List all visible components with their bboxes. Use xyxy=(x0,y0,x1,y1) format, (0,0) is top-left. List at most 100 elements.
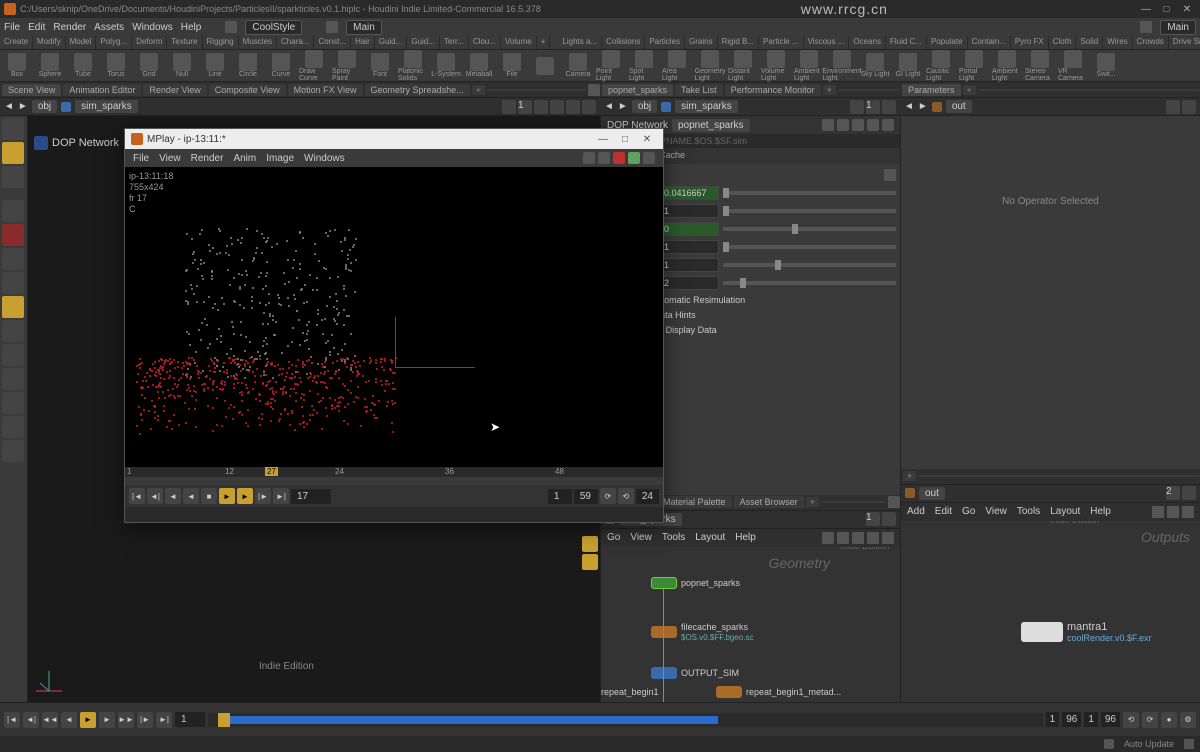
path-seg[interactable]: sim_sparks xyxy=(675,100,738,113)
nx-icon[interactable] xyxy=(882,532,894,544)
node-name[interactable]: popnet_sparks xyxy=(672,119,750,132)
shelf-tab[interactable]: Terr... xyxy=(440,36,469,49)
shelf-tab[interactable]: Cloth xyxy=(1049,36,1077,49)
path-opt-icon[interactable] xyxy=(566,100,580,114)
shelf-tool[interactable]: Volume Light xyxy=(761,50,791,82)
step-back-button[interactable]: ◄ xyxy=(183,488,199,504)
tab-plus[interactable]: + xyxy=(806,497,819,507)
shelf-tab[interactable]: Clou... xyxy=(469,36,501,49)
shelf-tool[interactable]: Geometry Light xyxy=(695,50,725,82)
move-tool[interactable] xyxy=(2,200,24,222)
menu-render[interactable]: Render xyxy=(53,22,86,33)
path-seg[interactable]: out xyxy=(946,100,972,113)
maximize-button[interactable]: □ xyxy=(1157,4,1175,15)
prev-key-button[interactable]: ◄| xyxy=(147,488,163,504)
info-icon[interactable] xyxy=(882,119,894,131)
nx-icon[interactable] xyxy=(1182,506,1194,518)
nx-icon[interactable] xyxy=(867,532,879,544)
mplay-stop-icon[interactable] xyxy=(613,152,625,164)
shelf-tab-plus[interactable]: + xyxy=(537,36,551,49)
help-icon[interactable] xyxy=(867,119,879,131)
shelf-tab[interactable]: Populate xyxy=(927,36,968,49)
nxmenu-add[interactable]: Add xyxy=(907,506,925,517)
tool[interactable] xyxy=(2,368,24,390)
nxmenu-help[interactable]: Help xyxy=(1090,506,1111,517)
mplay-menu-view[interactable]: View xyxy=(159,153,181,164)
shelf-tab[interactable]: Drive Si... xyxy=(1169,36,1200,49)
status-icon[interactable] xyxy=(1184,739,1194,749)
pane-opt-icon[interactable] xyxy=(588,84,600,96)
refresh-icon[interactable] xyxy=(884,169,896,181)
tab-plus[interactable]: + xyxy=(963,85,976,95)
mplay-tool-icon[interactable] xyxy=(598,152,610,164)
slider[interactable] xyxy=(723,209,896,213)
param-ttime[interactable]: 0 xyxy=(659,222,719,236)
path-opt-icon[interactable] xyxy=(582,100,596,114)
path-seg[interactable]: sim_sparks xyxy=(75,100,138,113)
last-frame-button[interactable]: ►| xyxy=(273,488,289,504)
slider[interactable] xyxy=(723,227,896,231)
tab-popnet[interactable]: popnet_sparks xyxy=(602,84,673,96)
path-seg[interactable]: obj xyxy=(32,100,57,113)
shelf-tab[interactable]: Guid... xyxy=(407,36,440,49)
mplay-tool-icon[interactable] xyxy=(583,152,595,164)
mplay-tool-icon[interactable] xyxy=(643,152,655,164)
mplay-menu-file[interactable]: File xyxy=(133,153,149,164)
shelf-tool[interactable]: Torus xyxy=(101,53,131,78)
mplay-minimize[interactable]: — xyxy=(593,134,613,145)
shelf-tool[interactable]: Portal Light xyxy=(959,50,989,82)
fwd-icon[interactable]: ► xyxy=(618,101,628,112)
mplay-start[interactable]: 1 xyxy=(548,489,572,504)
mplay-frame-field[interactable]: 17 xyxy=(291,489,331,504)
mplay-accept-icon[interactable] xyxy=(628,152,640,164)
nxmenu-tools[interactable]: Tools xyxy=(662,532,685,543)
back-icon[interactable]: ◄ xyxy=(904,101,914,112)
tab-composite[interactable]: Composite View xyxy=(209,84,286,96)
shelf-tab[interactable]: Solid xyxy=(1076,36,1103,49)
slider[interactable] xyxy=(723,191,896,195)
tab-plus[interactable]: + xyxy=(903,471,916,481)
timeline-cursor[interactable]: 27 xyxy=(265,467,278,476)
nx-tab[interactable]: Asset Browser xyxy=(734,496,804,508)
tab-motionfx[interactable]: Motion FX View xyxy=(288,84,363,96)
shelf-tool[interactable]: Ambient Light xyxy=(794,50,824,82)
tab-plus[interactable]: + xyxy=(472,85,485,95)
tool[interactable] xyxy=(2,296,24,318)
shelf-tab[interactable]: Texture xyxy=(167,36,202,49)
layout-dropdown-right[interactable]: Main xyxy=(1160,20,1196,35)
shelf-tool[interactable]: Environment Light xyxy=(827,50,857,82)
mplay-window[interactable]: MPlay - ip-13:11:* — □ ✕ File View Rende… xyxy=(124,128,664,523)
display-opt-icon[interactable] xyxy=(582,536,598,552)
shelf-tool[interactable]: Spot Light xyxy=(629,50,659,82)
mplay-titlebar[interactable]: MPlay - ip-13:11:* — □ ✕ xyxy=(125,129,663,149)
scale-tool[interactable] xyxy=(2,248,24,270)
mplay-menu-render[interactable]: Render xyxy=(191,153,224,164)
nxmenu-layout[interactable]: Layout xyxy=(1050,506,1080,517)
tool[interactable] xyxy=(2,320,24,342)
path-opt-icon[interactable] xyxy=(882,100,896,114)
nx-icon[interactable] xyxy=(837,532,849,544)
fwd-icon[interactable]: ► xyxy=(918,101,928,112)
shelf-tab[interactable]: Guid... xyxy=(375,36,408,49)
shelf-tool[interactable]: Sphere xyxy=(35,53,65,78)
param-timestep[interactable]: 0.0416667 xyxy=(659,186,719,200)
minimize-button[interactable]: — xyxy=(1137,4,1155,15)
shelf-tool[interactable]: Camera xyxy=(563,53,593,78)
cook-icon[interactable] xyxy=(1104,739,1114,749)
network-view-left[interactable]: Geometry Indie Edition popnet_sparks fil… xyxy=(601,547,900,703)
nxmenu-go[interactable]: Go xyxy=(962,506,975,517)
layout-dropdown[interactable]: Main xyxy=(346,20,382,35)
tab-plus[interactable]: + xyxy=(823,85,836,95)
style-dropdown[interactable]: CoolStyle xyxy=(245,20,302,35)
nxmenu-view[interactable]: View xyxy=(985,506,1007,517)
shelf-tool[interactable]: Distant Light xyxy=(728,50,758,82)
step-fwd-button[interactable]: ► xyxy=(237,488,253,504)
shelf-tool[interactable]: Draw Curve xyxy=(299,50,329,82)
shelf-tab[interactable]: Muscles xyxy=(239,36,277,49)
nx-icon[interactable] xyxy=(822,532,834,544)
shelf-tab[interactable]: Lights a... xyxy=(558,36,602,49)
fwd-icon[interactable]: ► xyxy=(18,101,28,112)
flag-icon[interactable] xyxy=(837,119,849,131)
shelf-tool[interactable]: Sky Light xyxy=(860,53,890,78)
shelf-tool[interactable]: Tube xyxy=(68,53,98,78)
